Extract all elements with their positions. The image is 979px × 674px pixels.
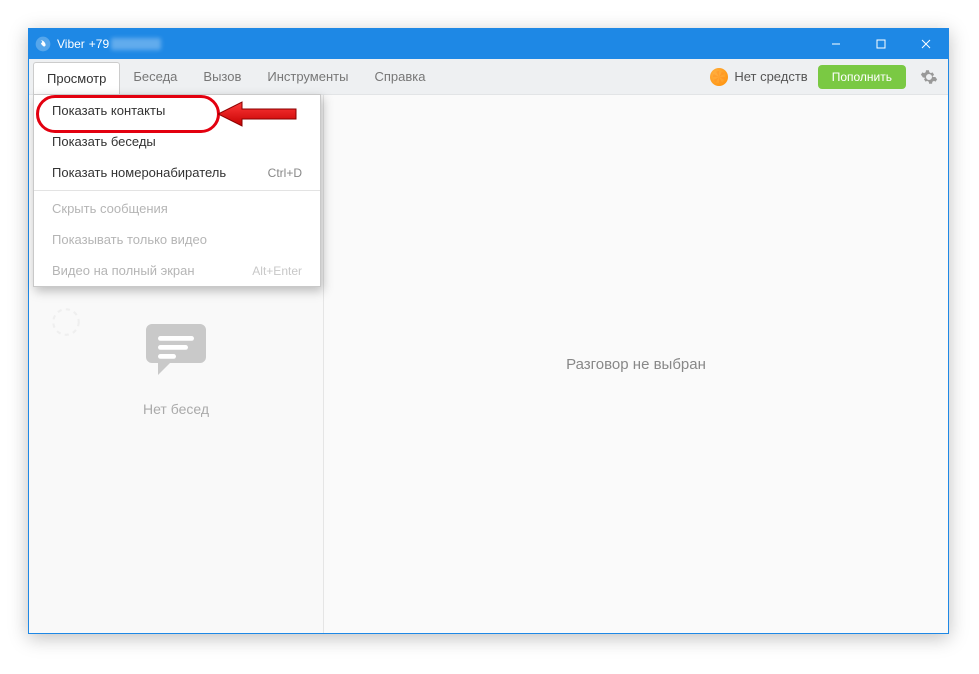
dd-show-dialer-shortcut: Ctrl+D bbox=[268, 166, 302, 180]
view-dropdown: Показать контакты Показать беседы Показа… bbox=[33, 94, 321, 287]
main-area: Разговор не выбран bbox=[324, 95, 948, 633]
dd-show-chats-label: Показать беседы bbox=[52, 134, 156, 149]
no-chats-label: Нет бесед bbox=[143, 401, 209, 417]
title-phone-prefix: +79 bbox=[89, 37, 109, 51]
dd-video-only-label: Показывать только видео bbox=[52, 232, 207, 247]
dd-show-chats[interactable]: Показать беседы bbox=[34, 126, 320, 157]
menubar: Просмотр Беседа Вызов Инструменты Справк… bbox=[29, 59, 948, 95]
dd-video-only: Показывать только видео bbox=[34, 224, 320, 255]
dd-fullscreen-shortcut: Alt+Enter bbox=[252, 264, 302, 278]
sidebar-ghost-icon bbox=[49, 305, 83, 344]
title-app: Viber bbox=[57, 37, 85, 51]
dd-show-dialer[interactable]: Показать номеронабиратель Ctrl+D bbox=[34, 157, 320, 188]
maximize-button[interactable] bbox=[858, 29, 903, 59]
settings-button[interactable] bbox=[914, 62, 944, 92]
dd-fullscreen-video: Видео на полный экран Alt+Enter bbox=[34, 255, 320, 286]
menu-view[interactable]: Просмотр bbox=[33, 62, 120, 94]
chat-bubble-icon bbox=[140, 312, 212, 389]
dd-hide-messages-label: Скрыть сообщения bbox=[52, 201, 168, 216]
menu-help[interactable]: Справка bbox=[361, 61, 438, 92]
title-phone-blurred bbox=[111, 38, 161, 50]
dd-show-contacts-label: Показать контакты bbox=[52, 103, 165, 118]
minimize-button[interactable] bbox=[813, 29, 858, 59]
balance-area[interactable]: Нет средств bbox=[710, 68, 807, 86]
no-conversation-label: Разговор не выбран bbox=[566, 356, 706, 373]
menu-call[interactable]: Вызов bbox=[190, 61, 254, 92]
dd-separator bbox=[34, 190, 320, 191]
titlebar: Viber +79 bbox=[29, 29, 948, 59]
dd-show-dialer-label: Показать номеронабиратель bbox=[52, 165, 226, 180]
viber-icon bbox=[29, 36, 57, 52]
close-button[interactable] bbox=[903, 29, 948, 59]
orange-icon bbox=[710, 68, 728, 86]
topup-button[interactable]: Пополнить bbox=[818, 65, 906, 89]
menu-tools[interactable]: Инструменты bbox=[254, 61, 361, 92]
dd-hide-messages: Скрыть сообщения bbox=[34, 193, 320, 224]
menu-chat[interactable]: Беседа bbox=[120, 61, 190, 92]
dd-show-contacts[interactable]: Показать контакты bbox=[34, 95, 320, 126]
dd-fullscreen-video-label: Видео на полный экран bbox=[52, 263, 195, 278]
balance-label: Нет средств bbox=[734, 69, 807, 84]
